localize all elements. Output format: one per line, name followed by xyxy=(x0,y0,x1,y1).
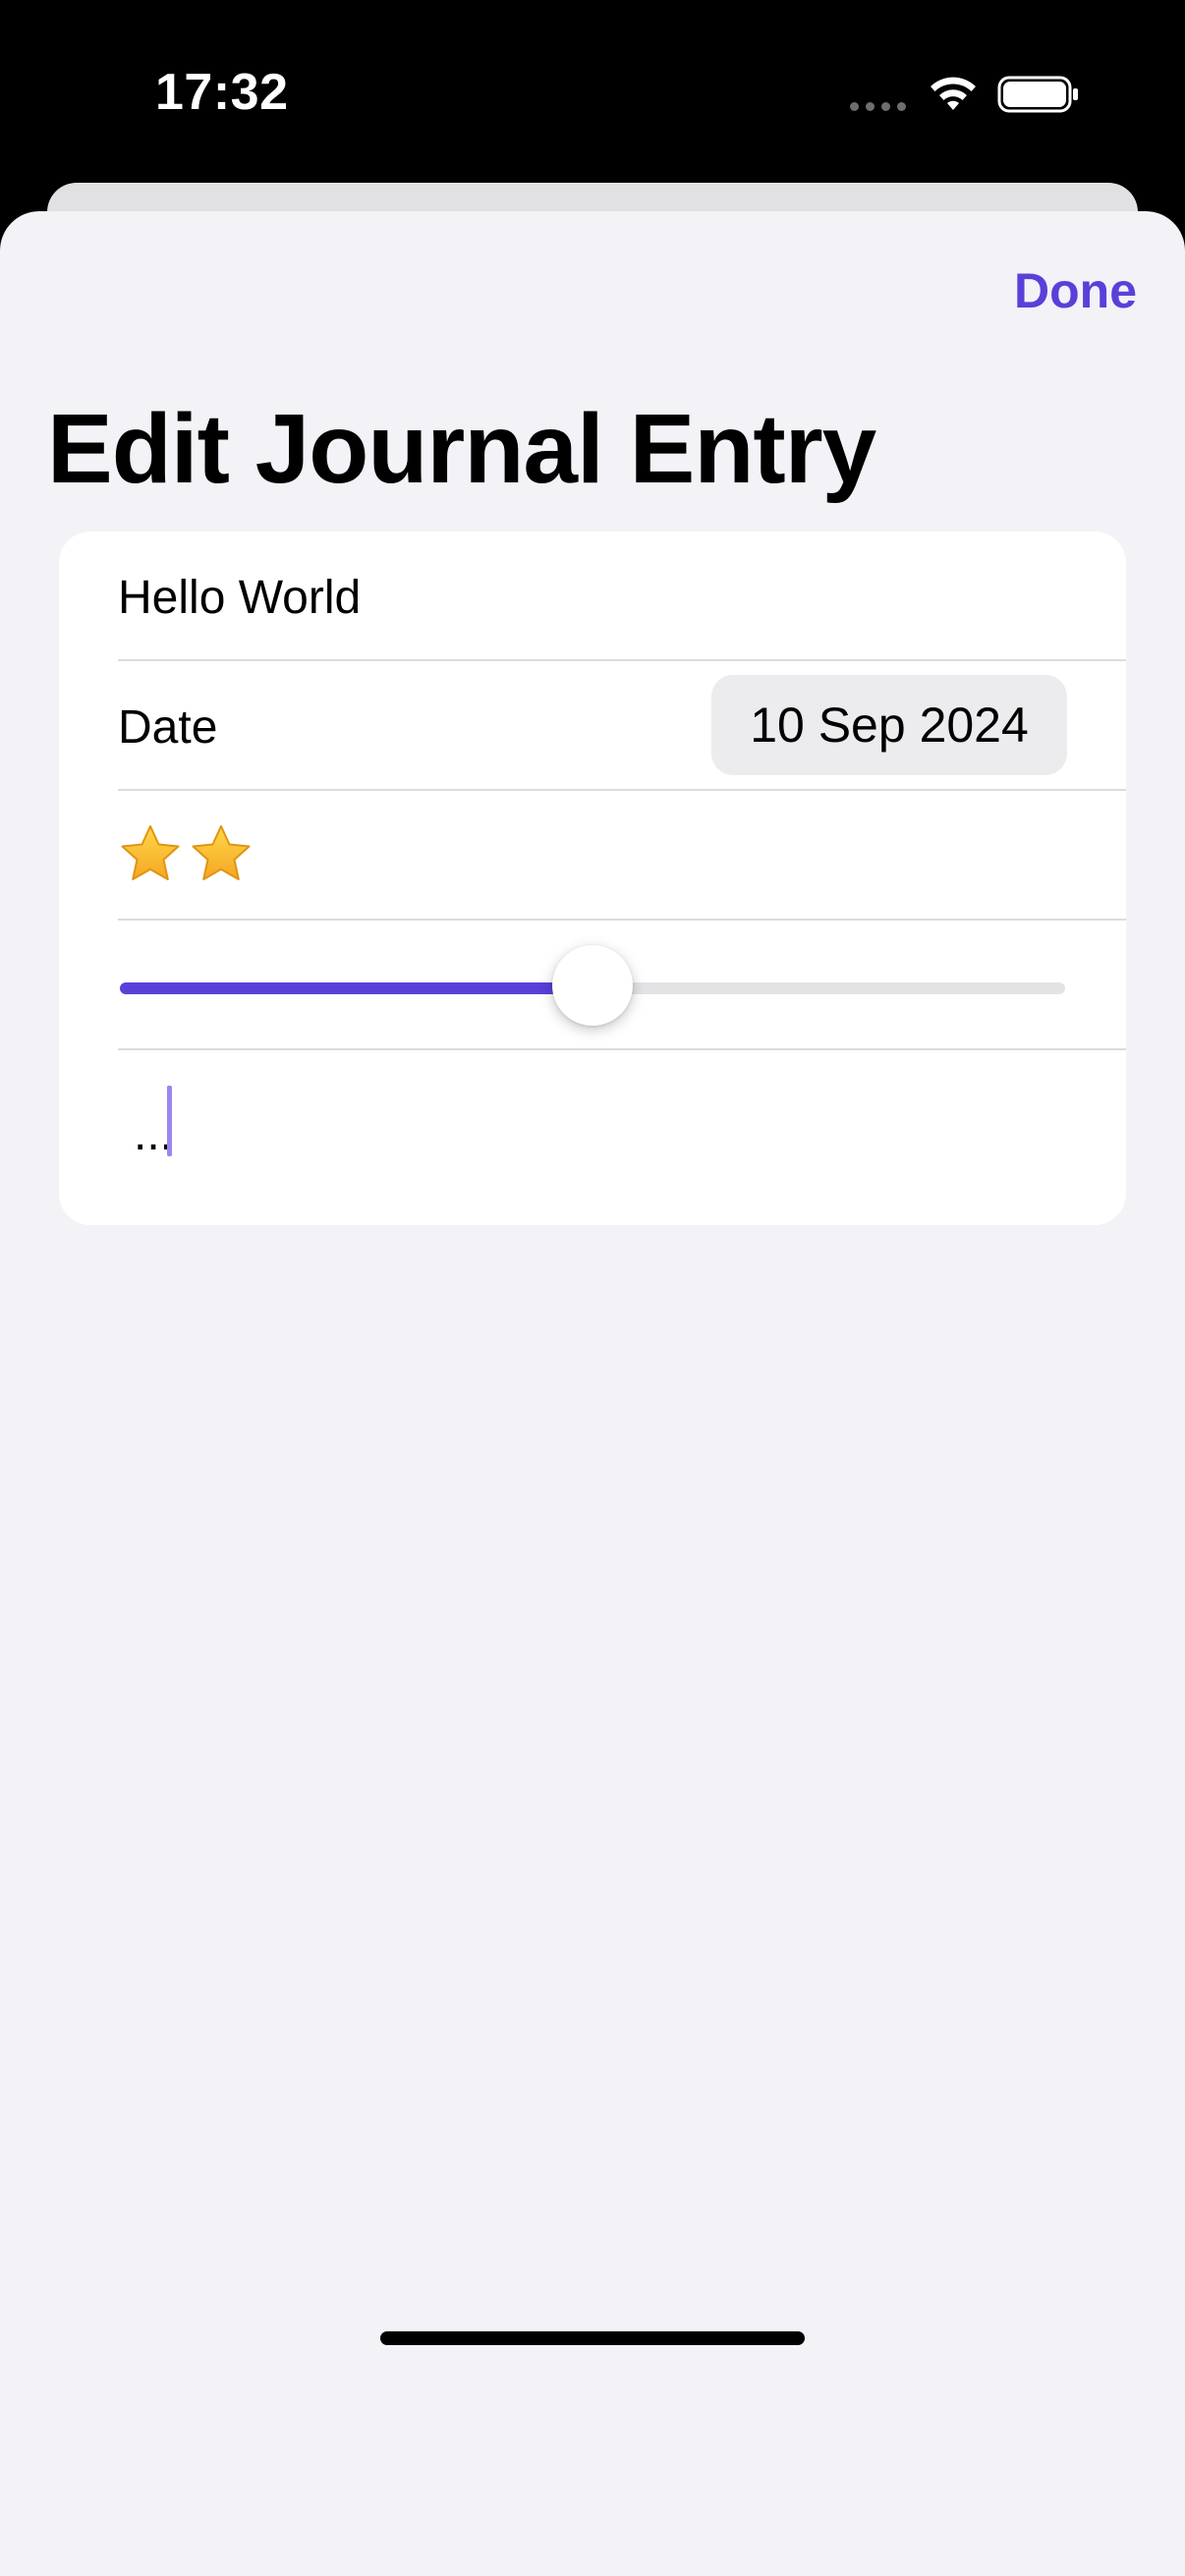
text-cursor xyxy=(167,1086,172,1156)
notes-field[interactable]: ... xyxy=(59,1050,1126,1225)
entry-form-card: Hello World Date 10 Sep 2024 ... xyxy=(59,532,1126,1225)
edit-entry-sheet: Done Edit Journal Entry Hello World Date… xyxy=(0,211,1185,2576)
date-value: 10 Sep 2024 xyxy=(750,698,1029,753)
page-title: Edit Journal Entry xyxy=(47,394,876,504)
slider-fill xyxy=(120,982,592,994)
title-field-value: Hello World xyxy=(118,572,362,624)
status-bar: 17:32 xyxy=(0,0,1185,187)
title-field[interactable]: Hello World xyxy=(59,532,1126,661)
star-icon[interactable] xyxy=(118,822,183,887)
home-indicator[interactable] xyxy=(380,2331,805,2345)
cellular-signal-icon xyxy=(850,102,906,111)
status-time: 17:32 xyxy=(155,64,289,121)
date-label: Date xyxy=(118,701,218,754)
date-picker-button[interactable]: 10 Sep 2024 xyxy=(711,675,1067,775)
wifi-icon xyxy=(931,77,976,110)
slider-thumb[interactable] xyxy=(552,945,633,1026)
slider-row xyxy=(59,921,1126,1050)
done-button[interactable]: Done xyxy=(1014,262,1137,319)
star-rating[interactable] xyxy=(118,822,254,887)
star-icon[interactable] xyxy=(189,822,254,887)
battery-icon xyxy=(997,76,1078,113)
date-row: Date 10 Sep 2024 xyxy=(59,661,1126,791)
rating-row[interactable] xyxy=(59,791,1126,921)
